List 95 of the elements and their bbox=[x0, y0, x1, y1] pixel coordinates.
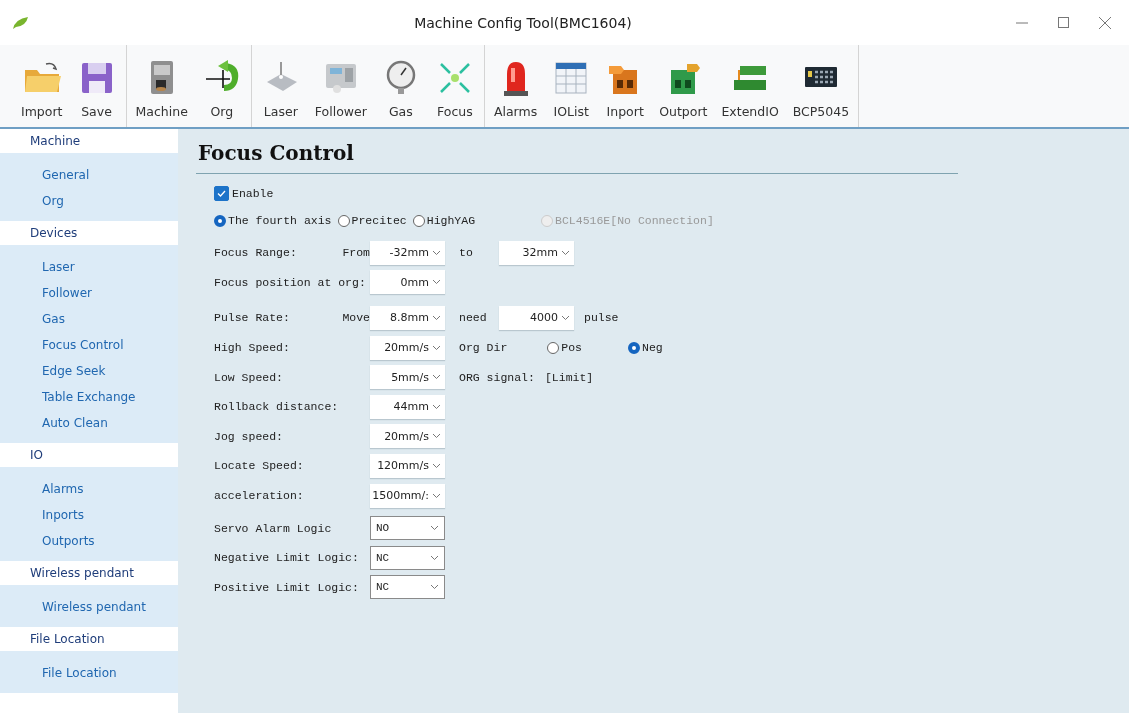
field-label: [Limit] bbox=[544, 370, 594, 384]
toolbar-button[interactable]: Machine bbox=[128, 45, 195, 127]
check-icon bbox=[217, 190, 226, 197]
dropdown[interactable]: 0mm bbox=[370, 270, 445, 295]
field-label: ORG signal: bbox=[459, 370, 535, 384]
field-label: pulse bbox=[584, 311, 619, 325]
chevron-icon bbox=[432, 344, 441, 351]
dropdown[interactable]: 20mm/s bbox=[370, 424, 445, 449]
field-label: to bbox=[459, 246, 474, 260]
toolbar-button[interactable]: Outport bbox=[652, 45, 715, 127]
radio-button[interactable] bbox=[628, 341, 641, 354]
maximize-icon[interactable] bbox=[1058, 17, 1069, 28]
chevron-icon bbox=[432, 279, 441, 286]
field-label: Rollback distance: bbox=[214, 400, 339, 414]
chevron-icon bbox=[432, 492, 441, 499]
field-label: acceleration: bbox=[214, 489, 304, 503]
field-label: need bbox=[459, 311, 488, 325]
radio-button[interactable] bbox=[412, 214, 425, 227]
chevron-icon bbox=[432, 433, 441, 440]
field-label: Org Dir bbox=[459, 341, 508, 355]
dropdown[interactable]: 8.8mm bbox=[370, 306, 445, 330]
chevron-icon bbox=[561, 315, 570, 321]
chevron-icon bbox=[432, 374, 441, 381]
dropdown[interactable]: 1500mm/: bbox=[370, 483, 445, 508]
window-title: Machine Config Tool(BMC1604) bbox=[413, 14, 633, 31]
sidebar-item[interactable]: Outports bbox=[0, 528, 178, 554]
toolbar-button[interactable]: IOList bbox=[544, 45, 599, 127]
field-label: Focus Range: bbox=[214, 246, 297, 260]
field-label: Move bbox=[342, 311, 370, 325]
toolbar-button[interactable]: Import bbox=[14, 45, 70, 127]
toolbar-button[interactable]: Alarms bbox=[486, 45, 545, 127]
field-label: High Speed: bbox=[214, 341, 290, 355]
sidebar-item[interactable]: File Location bbox=[0, 660, 178, 686]
sidebar-item[interactable]: Follower bbox=[0, 280, 178, 306]
chevron-icon bbox=[432, 249, 441, 256]
toolbar-button[interactable]: Gas bbox=[373, 45, 428, 127]
chevron-icon bbox=[432, 462, 441, 469]
dropdown[interactable]: 4000 bbox=[499, 306, 574, 330]
dropdown[interactable]: 32mm bbox=[499, 240, 574, 265]
toolbar-button[interactable]: Focus bbox=[427, 45, 482, 127]
checkbox-label: Enable bbox=[232, 187, 274, 200]
dropdown[interactable]: NO bbox=[370, 516, 445, 541]
sidebar-item[interactable]: Edge Seek bbox=[0, 358, 178, 384]
close-icon[interactable] bbox=[1099, 16, 1111, 29]
chevron-icon bbox=[430, 584, 439, 591]
sidebar-item[interactable]: Laser bbox=[0, 254, 178, 280]
field-label: Jog speed: bbox=[214, 429, 283, 443]
toolbar-button[interactable]: Follower bbox=[307, 45, 374, 127]
chevron-icon bbox=[430, 554, 439, 561]
radio-button[interactable] bbox=[337, 214, 350, 227]
checkbox[interactable] bbox=[214, 186, 229, 201]
field-label: From bbox=[342, 246, 370, 260]
field-label: Focus position at org: bbox=[214, 275, 366, 289]
sidebar-item[interactable]: Org bbox=[0, 188, 178, 214]
toolbar-button[interactable]: BCP5045 bbox=[785, 45, 857, 127]
field-label: Servo Alarm Logic bbox=[214, 521, 332, 535]
dropdown[interactable]: 20mm/s bbox=[370, 335, 445, 360]
toolbar-button[interactable]: Laser bbox=[253, 45, 308, 127]
field-label: Pulse Rate: bbox=[214, 311, 290, 325]
dropdown[interactable]: NC bbox=[370, 545, 445, 570]
sidebar-item[interactable]: Focus Control bbox=[0, 332, 178, 358]
radio-label: Neg bbox=[642, 341, 663, 355]
dropdown[interactable]: NC bbox=[370, 575, 445, 600]
radio-label: Precitec bbox=[351, 214, 407, 227]
sidebar-item[interactable]: General bbox=[0, 162, 178, 188]
radio-label: HighYAG bbox=[426, 214, 476, 227]
radio-label: Pos bbox=[561, 341, 583, 355]
toolbar-button[interactable]: Inport bbox=[598, 45, 653, 127]
radio-label: The fourth axis bbox=[228, 214, 332, 227]
field-label: Low Speed: bbox=[214, 370, 283, 384]
sidebar-item[interactable]: Table Exchange bbox=[0, 384, 178, 410]
radio-label: BCL4516E[No Connection] bbox=[555, 214, 714, 227]
toolbar-button[interactable]: Save bbox=[69, 45, 124, 127]
dropdown[interactable]: 120mm/s bbox=[370, 453, 445, 478]
dropdown[interactable]: 5mm/s bbox=[370, 365, 445, 390]
toolbar-button[interactable]: Org bbox=[194, 45, 249, 127]
field-label: Locate Speed: bbox=[214, 459, 304, 473]
dropdown[interactable]: 44mm bbox=[370, 394, 445, 419]
sidebar-item[interactable]: Gas bbox=[0, 306, 178, 332]
field-label: Negative Limit Logic: bbox=[214, 551, 359, 565]
chevron-icon bbox=[561, 249, 570, 256]
panel-title: Focus Control bbox=[196, 139, 958, 174]
dropdown[interactable]: -32mm bbox=[370, 240, 445, 265]
radio-button[interactable] bbox=[214, 214, 226, 227]
toolbar-button[interactable]: ExtendIO bbox=[714, 45, 786, 127]
sidebar-item[interactable]: Alarms bbox=[0, 476, 178, 502]
chevron-icon bbox=[432, 403, 441, 410]
field-label: Positive Limit Logic: bbox=[214, 580, 359, 594]
chevron-icon bbox=[432, 315, 441, 321]
sidebar-item[interactable]: Wireless pendant bbox=[0, 594, 178, 620]
sidebar-item[interactable]: Inports bbox=[0, 502, 178, 528]
chevron-icon bbox=[430, 525, 439, 532]
sidebar-item[interactable]: Auto Clean bbox=[0, 410, 178, 436]
radio-button[interactable] bbox=[547, 341, 560, 354]
leaf-icon bbox=[12, 15, 30, 30]
